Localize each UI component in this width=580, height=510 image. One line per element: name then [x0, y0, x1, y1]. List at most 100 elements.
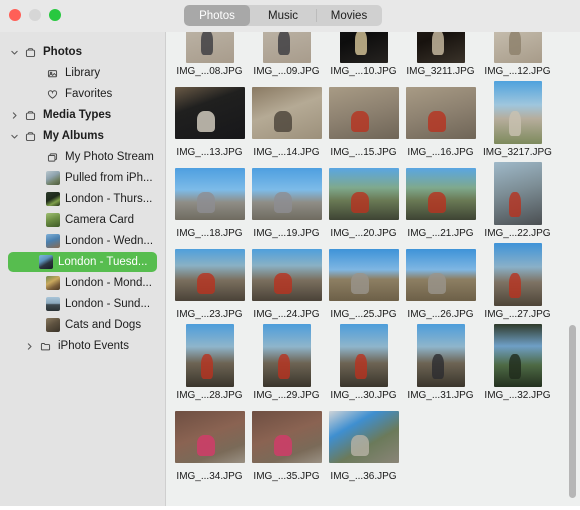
photo-grid[interactable]: IMG_...08.JPG IMG_...09.JPG IMG_...10.JPG I… [172, 32, 580, 484]
sidebar-item-london-wedn[interactable]: London - Wedn... [0, 231, 165, 251]
photo-thumbnail[interactable] [339, 324, 388, 387]
photo-thumbnail-wrapper[interactable] [326, 79, 401, 146]
photo-thumbnail[interactable] [174, 167, 245, 220]
sidebar-item-media-types[interactable]: Media Types [0, 105, 165, 125]
chevron-down-icon[interactable] [7, 132, 22, 141]
photo-thumbnail[interactable] [493, 324, 542, 387]
photo-grid-item[interactable]: IMG_...22.JPG [480, 160, 555, 241]
photo-thumbnail-wrapper[interactable] [326, 32, 401, 65]
photo-grid-item[interactable]: IMG_...27.JPG [480, 241, 555, 322]
photo-thumbnail-wrapper[interactable] [480, 322, 555, 389]
photo-thumbnail-wrapper[interactable] [172, 32, 247, 65]
photo-grid-item[interactable]: IMG_...18.JPG [172, 160, 247, 241]
sidebar-item-cats-and-dogs[interactable]: Cats and Dogs [0, 315, 165, 335]
photo-grid-item[interactable]: IMG_...20.JPG [326, 160, 401, 241]
close-button[interactable] [9, 9, 21, 21]
zoom-button[interactable] [49, 9, 61, 21]
sidebar-item-favorites[interactable]: Favorites [0, 84, 165, 104]
sidebar-item-london-thurs[interactable]: London - Thurs... [0, 189, 165, 209]
chevron-right-icon[interactable] [22, 342, 37, 351]
photo-thumbnail-wrapper[interactable] [403, 241, 478, 308]
photo-thumbnail[interactable] [262, 32, 311, 63]
photo-grid-item[interactable]: IMG_...32.JPG [480, 322, 555, 403]
photo-grid-item[interactable]: IMG_...34.JPG [172, 403, 247, 484]
photo-grid-item[interactable]: IMG_3211.JPG [403, 32, 478, 79]
photo-grid-item[interactable]: IMG_...26.JPG [403, 241, 478, 322]
photo-thumbnail[interactable] [174, 86, 245, 139]
photo-grid-item[interactable]: IMG_...12.JPG [480, 32, 555, 79]
sidebar-item-iphoto-events[interactable]: iPhoto Events [0, 336, 165, 356]
photo-thumbnail-wrapper[interactable] [249, 79, 324, 146]
photo-thumbnail-wrapper[interactable] [249, 241, 324, 308]
photo-thumbnail-wrapper[interactable] [403, 79, 478, 146]
photo-thumbnail[interactable] [174, 410, 245, 463]
photo-grid-item[interactable]: IMG_...31.JPG [403, 322, 478, 403]
photo-grid-item[interactable]: IMG_...14.JPG [249, 79, 324, 160]
photo-thumbnail-wrapper[interactable] [326, 322, 401, 389]
photo-grid-item[interactable]: IMG_...28.JPG [172, 322, 247, 403]
photo-thumbnail-wrapper[interactable] [403, 32, 478, 65]
photo-thumbnail[interactable] [493, 32, 542, 63]
photo-grid-item[interactable]: IMG_...24.JPG [249, 241, 324, 322]
photo-grid-item[interactable]: IMG_3217.JPG [480, 79, 555, 160]
photo-grid-item[interactable]: IMG_...19.JPG [249, 160, 324, 241]
photo-thumbnail-wrapper[interactable] [403, 322, 478, 389]
photo-thumbnail-wrapper[interactable] [403, 160, 478, 227]
sidebar-item-photos[interactable]: Photos [0, 42, 165, 62]
photo-thumbnail-wrapper[interactable] [480, 241, 555, 308]
photo-thumbnail[interactable] [416, 324, 465, 387]
photo-grid-scroll-area[interactable]: IMG_...08.JPG IMG_...09.JPG IMG_...10.JPG I… [166, 32, 580, 506]
photo-thumbnail[interactable] [493, 243, 542, 306]
photo-thumbnail-wrapper[interactable] [480, 32, 555, 65]
sidebar-item-london-sund[interactable]: London - Sund... [0, 294, 165, 314]
chevron-right-icon[interactable] [7, 111, 22, 120]
vertical-scrollbar-thumb[interactable] [569, 325, 576, 498]
photo-thumbnail-wrapper[interactable] [326, 160, 401, 227]
photo-thumbnail[interactable] [328, 248, 399, 301]
media-type-segmented-control[interactable]: Photos Music Movies [184, 5, 382, 26]
sidebar-item-my-photo-stream[interactable]: My Photo Stream [0, 147, 165, 167]
sidebar-item-pulled-from-iph[interactable]: Pulled from iPh... [0, 168, 165, 188]
photo-thumbnail[interactable] [174, 248, 245, 301]
photo-thumbnail-wrapper[interactable] [326, 403, 401, 470]
chevron-down-icon[interactable] [7, 48, 22, 57]
photo-grid-panel[interactable]: IMG_...08.JPG IMG_...09.JPG IMG_...10.JPG I… [166, 32, 580, 506]
photo-thumbnail-wrapper[interactable] [249, 403, 324, 470]
photo-thumbnail[interactable] [251, 410, 322, 463]
photo-thumbnail[interactable] [328, 86, 399, 139]
photo-grid-item[interactable]: IMG_...15.JPG [326, 79, 401, 160]
photo-thumbnail-wrapper[interactable] [480, 79, 555, 146]
photo-grid-item[interactable]: IMG_...29.JPG [249, 322, 324, 403]
photo-thumbnail[interactable] [493, 162, 542, 225]
photo-thumbnail[interactable] [328, 167, 399, 220]
photo-thumbnail-wrapper[interactable] [249, 32, 324, 65]
photo-thumbnail[interactable] [493, 81, 542, 144]
photo-grid-item[interactable]: IMG_...25.JPG [326, 241, 401, 322]
photo-grid-item[interactable]: IMG_...30.JPG [326, 322, 401, 403]
photo-thumbnail[interactable] [328, 410, 399, 463]
sidebar-item-camera-card[interactable]: Camera Card [0, 210, 165, 230]
photo-grid-item[interactable]: IMG_...23.JPG [172, 241, 247, 322]
minimize-button[interactable] [29, 9, 41, 21]
tab-music[interactable]: Music [250, 5, 316, 26]
vertical-scrollbar[interactable] [568, 32, 577, 506]
photo-thumbnail[interactable] [339, 32, 388, 63]
photo-thumbnail[interactable] [405, 167, 476, 220]
photo-thumbnail[interactable] [251, 248, 322, 301]
sidebar-item-my-albums[interactable]: My Albums [0, 126, 165, 146]
photo-grid-item[interactable]: IMG_...08.JPG [172, 32, 247, 79]
tab-movies[interactable]: Movies [316, 5, 382, 26]
photo-thumbnail[interactable] [185, 324, 234, 387]
photo-thumbnail[interactable] [262, 324, 311, 387]
sidebar-item-library[interactable]: Library [0, 63, 165, 83]
photo-thumbnail-wrapper[interactable] [172, 160, 247, 227]
photo-grid-item[interactable]: IMG_...09.JPG [249, 32, 324, 79]
photo-grid-item[interactable]: IMG_...35.JPG [249, 403, 324, 484]
photo-grid-item[interactable]: IMG_...21.JPG [403, 160, 478, 241]
photo-grid-item[interactable]: IMG_...10.JPG [326, 32, 401, 79]
photo-grid-item[interactable]: IMG_...36.JPG [326, 403, 401, 484]
photo-thumbnail-wrapper[interactable] [172, 322, 247, 389]
photo-thumbnail-wrapper[interactable] [326, 241, 401, 308]
sidebar[interactable]: Photos Library Favorites Media Types My Albu… [0, 32, 166, 506]
tab-photos[interactable]: Photos [184, 5, 250, 26]
